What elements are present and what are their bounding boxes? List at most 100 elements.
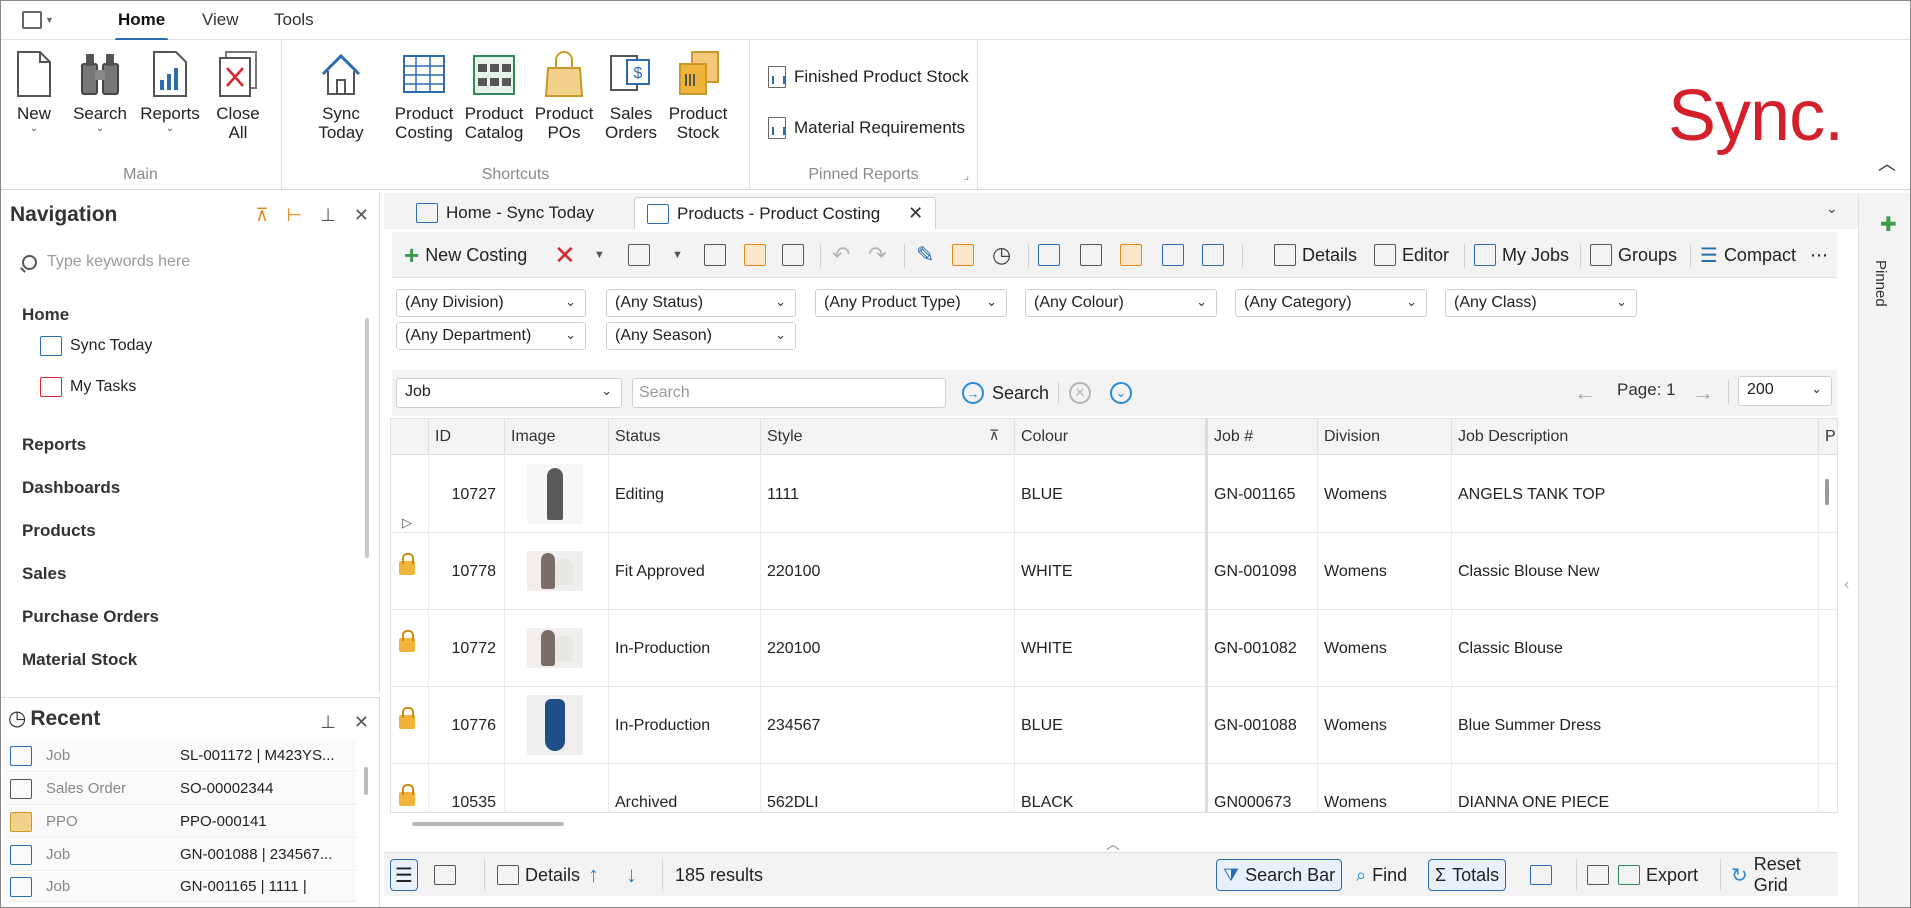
- undo-button[interactable]: ↶: [832, 240, 850, 270]
- fit-columns-button[interactable]: [1530, 859, 1552, 891]
- nav-section-reports[interactable]: Reports: [22, 435, 86, 455]
- row-indicator[interactable]: [391, 610, 429, 687]
- column-header-colour[interactable]: Colour: [1015, 419, 1208, 455]
- navigation-search[interactable]: Type keywords here: [22, 249, 362, 275]
- nav-item-sync-today[interactable]: Sync Today: [40, 336, 152, 356]
- expand-search-button[interactable]: ⌄: [1110, 382, 1132, 404]
- tab-tools[interactable]: Tools: [274, 10, 314, 30]
- chevron-left-icon[interactable]: ‹: [1844, 576, 1849, 594]
- row-indicator[interactable]: [391, 687, 429, 764]
- sort-ascending-icon[interactable]: ⊼: [989, 427, 999, 444]
- search-input[interactable]: Search: [632, 378, 946, 408]
- nav-section-purchase-orders[interactable]: Purchase Orders: [22, 607, 159, 627]
- shortcut-product-catalog[interactable]: Product Catalog: [464, 50, 524, 142]
- list-view-button[interactable]: ☰: [390, 859, 418, 891]
- shortcut-product-costing[interactable]: Product Costing: [394, 50, 454, 142]
- collapse-panel-icon[interactable]: ︿: [1106, 834, 1120, 854]
- grid-vertical-scrollbar[interactable]: [1825, 479, 1829, 505]
- prev-page-button[interactable]: ←: [1574, 380, 1596, 406]
- tree-view-icon[interactable]: ⊢: [287, 205, 303, 226]
- materials-button[interactable]: [1120, 240, 1142, 270]
- paste-button[interactable]: [744, 240, 766, 270]
- my-jobs-button[interactable]: My Jobs: [1474, 240, 1569, 270]
- tab-products-product-costing[interactable]: Products - Product Costing ✕: [634, 197, 937, 229]
- new-button[interactable]: New ⌄: [12, 50, 56, 135]
- row-indicator[interactable]: [391, 533, 429, 610]
- collapse-all-icon[interactable]: ⊼: [255, 205, 268, 226]
- group-launcher-icon[interactable]: ⌟: [964, 169, 969, 182]
- new-costing-button[interactable]: + New Costing: [404, 240, 527, 270]
- shortcut-sync-today[interactable]: Sync Today: [298, 50, 384, 142]
- search-ribbon-button[interactable]: Search ⌄: [72, 50, 128, 135]
- column-header-image[interactable]: Image: [505, 419, 609, 455]
- nav-section-material-stock[interactable]: Material Stock: [22, 650, 137, 670]
- tab-home[interactable]: Home: [114, 10, 169, 42]
- details-button[interactable]: Details: [1274, 240, 1357, 270]
- shortcut-sales-orders[interactable]: $ Sales Orders: [604, 50, 658, 142]
- page-size-select[interactable]: 200 ⌄: [1738, 376, 1832, 406]
- nav-section-home[interactable]: Home: [22, 305, 69, 325]
- pinned-report-finished-product-stock[interactable]: Finished Product Stock: [768, 66, 969, 88]
- column-header-id[interactable]: ID: [429, 419, 505, 455]
- find-button[interactable]: ⌕ Find: [1356, 859, 1407, 891]
- column-header-job-description[interactable]: Job Description: [1452, 419, 1819, 455]
- tabs-dropdown-icon[interactable]: ⌄: [1826, 200, 1838, 217]
- document-button[interactable]: [1080, 240, 1102, 270]
- filter-season[interactable]: (Any Season) ⌄: [606, 322, 796, 350]
- reset-grid-button[interactable]: ↻ Reset Grid: [1720, 854, 1838, 895]
- filter-status[interactable]: (Any Status) ⌄: [606, 289, 796, 317]
- nav-section-products[interactable]: Products: [22, 521, 96, 541]
- tag-button[interactable]: [1162, 240, 1184, 270]
- print-button[interactable]: [782, 240, 804, 270]
- grid-horizontal-scrollbar[interactable]: [412, 822, 564, 826]
- pin-icon[interactable]: ✚: [1880, 212, 1897, 237]
- search-button[interactable]: → Search: [962, 378, 1049, 408]
- column-header-status[interactable]: Status: [609, 419, 761, 455]
- redo-button[interactable]: ↷: [868, 240, 886, 270]
- pin-icon[interactable]: ⊥: [320, 205, 336, 226]
- filter-department[interactable]: (Any Department) ⌄: [396, 322, 586, 350]
- search-bar-toggle[interactable]: ⧩ Search Bar: [1216, 859, 1343, 891]
- row-indicator[interactable]: ▷: [391, 456, 429, 533]
- close-all-button[interactable]: Close All: [214, 50, 262, 142]
- pinned-report-material-requirements[interactable]: Material Requirements: [768, 117, 965, 139]
- recent-item[interactable]: Job GN-001088 | 234567...: [6, 839, 356, 871]
- recent-scrollbar[interactable]: [364, 767, 368, 795]
- next-page-button[interactable]: →: [1692, 380, 1714, 406]
- close-icon[interactable]: ✕: [354, 712, 369, 733]
- filter-division[interactable]: (Any Division) ⌄: [396, 289, 586, 317]
- frozen-column-divider[interactable]: [1205, 419, 1208, 812]
- recent-item[interactable]: PPO PPO-000141: [6, 806, 356, 838]
- nav-item-my-tasks[interactable]: My Tasks: [40, 377, 136, 397]
- table-row[interactable]: 10778 Fit Approved 220100 WHITE GN-00109…: [391, 533, 1837, 610]
- table-row[interactable]: 10776 In-Production 234567 BLUE GN-00108…: [391, 687, 1837, 764]
- column-header-style[interactable]: Style: [761, 419, 1015, 455]
- open-folder-button[interactable]: [952, 240, 974, 270]
- filter-colour[interactable]: (Any Colour) ⌄: [1025, 289, 1217, 317]
- costing-button[interactable]: [1202, 240, 1224, 270]
- table-row[interactable]: ▷ 10727 Editing 1111 BLUE GN-001165 Wome…: [391, 456, 1837, 533]
- move-up-button[interactable]: ↑: [588, 859, 599, 891]
- delete-button[interactable]: ✕: [554, 240, 576, 270]
- copy-to-button[interactable]: [628, 240, 650, 270]
- groups-button[interactable]: Groups: [1590, 240, 1677, 270]
- copy-dropdown[interactable]: ▼: [672, 240, 683, 270]
- nav-section-sales[interactable]: Sales: [22, 564, 66, 584]
- app-menu-button[interactable]: ▼: [22, 9, 58, 31]
- move-down-button[interactable]: ↓: [626, 859, 637, 891]
- card-view-button[interactable]: [434, 859, 456, 891]
- compact-button[interactable]: ☰ Compact: [1700, 240, 1796, 270]
- column-header-job-number[interactable]: Job #: [1208, 419, 1318, 455]
- tab-view[interactable]: View: [202, 10, 239, 30]
- search-input[interactable]: Type keywords here: [47, 253, 190, 271]
- column-header-division[interactable]: Division: [1318, 419, 1452, 455]
- editor-button[interactable]: Editor: [1374, 240, 1449, 270]
- delete-dropdown[interactable]: ▼: [594, 240, 605, 270]
- history-button[interactable]: ◷: [992, 240, 1011, 270]
- table-row[interactable]: 10535 Archived 562DLI BLACK GN000673 Wom…: [391, 764, 1837, 812]
- search-field-select[interactable]: Job ⌄: [396, 378, 622, 408]
- tab-home-sync-today[interactable]: Home - Sync Today: [404, 197, 606, 229]
- column-header-partial[interactable]: Pı: [1819, 419, 1837, 455]
- recent-item[interactable]: Job SL-001172 | M423YS...: [6, 740, 356, 772]
- filter-product-type[interactable]: (Any Product Type) ⌄: [815, 289, 1007, 317]
